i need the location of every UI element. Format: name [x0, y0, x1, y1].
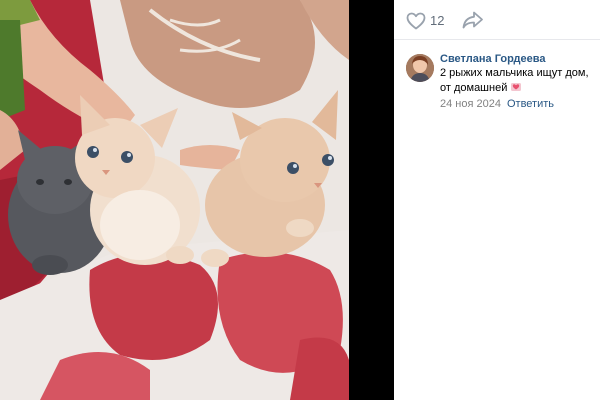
viewer-gap [349, 0, 394, 400]
comment-text-wrap: 2 рыжих мальчика ищут дом, от домашней [440, 66, 598, 96]
post-actions-bar: 12 [394, 0, 600, 40]
post-side-panel: 12 Светлана Гордеева 2 рыжих мальчика ищ… [394, 0, 600, 400]
comment-meta: 24 ноя 2024 Ответить [440, 97, 598, 111]
share-arrow-icon [462, 11, 483, 29]
avatar[interactable] [406, 54, 434, 82]
like-count: 12 [430, 13, 445, 28]
reply-button[interactable]: Ответить [507, 98, 554, 110]
kittens-image [0, 0, 349, 400]
comment-date[interactable]: 24 ноя 2024 [440, 98, 501, 110]
heart-outline-icon [406, 12, 426, 30]
heart-gift-emoji-icon [510, 81, 522, 92]
comment-body: Светлана Гордеева 2 рыжих мальчика ищут … [440, 52, 598, 111]
like-button[interactable]: 12 [406, 10, 454, 32]
post-photo[interactable] [0, 0, 349, 400]
share-button[interactable] [462, 10, 486, 32]
comment-author[interactable]: Светлана Гордеева [440, 52, 598, 66]
avatar-photo [406, 54, 434, 82]
